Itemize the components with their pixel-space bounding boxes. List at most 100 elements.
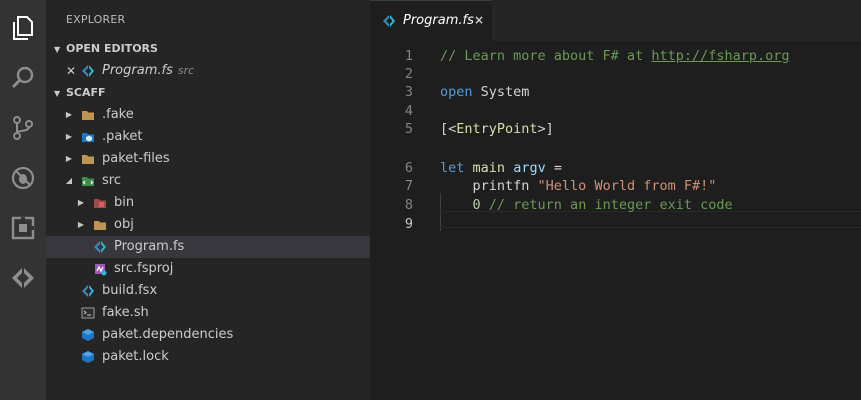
tree-item-fake-sh[interactable]: fake.sh xyxy=(46,302,370,324)
fsharp-file-icon xyxy=(94,241,106,253)
source-control-icon[interactable] xyxy=(7,112,39,144)
tree-item-paket-dependencies[interactable]: paket.dependencies xyxy=(46,324,370,346)
code-token: http://fsharp.org xyxy=(651,48,790,64)
code-line[interactable]: 2 xyxy=(370,65,861,84)
tree-item-label: .fake xyxy=(102,107,134,122)
files-icon[interactable] xyxy=(7,12,39,44)
code-token: main xyxy=(472,160,506,176)
code-line[interactable]: 5 [<EntryPoint>] xyxy=(370,120,861,139)
code-token: System xyxy=(472,84,530,100)
code-token: >] xyxy=(537,121,554,137)
tree-item-program-fs[interactable]: Program.fs xyxy=(46,236,370,258)
line-number: 2 xyxy=(404,66,413,82)
open-editor-item[interactable]: ✕ Program.fs src xyxy=(46,60,370,82)
line-source: open System xyxy=(440,83,529,102)
tree-item-src-fsproj[interactable]: src.fsproj xyxy=(46,258,370,280)
tree-item-label: .paket xyxy=(102,129,143,144)
project-title: SCAFF xyxy=(66,86,106,99)
fsharp-file-icon xyxy=(383,15,395,27)
line-source: [<EntryPoint>] xyxy=(440,120,554,139)
project-header[interactable]: ▼ SCAFF xyxy=(46,82,370,104)
code-token: // Learn more about F# at xyxy=(440,48,652,64)
fsharp-icon[interactable] xyxy=(7,262,39,294)
code-token: open xyxy=(440,84,473,100)
tree-item-label: paket.dependencies xyxy=(102,327,234,342)
fsharp-script-icon xyxy=(82,285,94,297)
tree-item-paket[interactable]: ▶ .paket xyxy=(46,126,370,148)
line-number: 9 xyxy=(404,216,413,232)
code-line[interactable]: 8 0 // return an integer exit code xyxy=(370,196,861,215)
open-editor-desc: src xyxy=(177,64,195,77)
line-source: printfn "Hello World from F#!" xyxy=(440,177,717,196)
code-line[interactable]: 7 printfn "Hello World from F#!" xyxy=(370,177,861,196)
chevron-right-icon: ▶ xyxy=(77,198,85,207)
fsproj-file-icon xyxy=(95,264,107,276)
line-number: 4 xyxy=(404,103,413,119)
line-number: 8 xyxy=(404,197,413,213)
code-token: [< xyxy=(440,121,457,137)
tree-item-src[interactable]: ◢ src xyxy=(46,170,370,192)
tab-bar: Program.fs × xyxy=(370,0,861,42)
folder-icon xyxy=(82,111,94,120)
debug-icon[interactable] xyxy=(7,162,39,194)
tab-program-fs[interactable]: Program.fs × xyxy=(370,0,492,42)
folder-icon xyxy=(94,221,106,230)
tree-item-label: Program.fs xyxy=(114,239,185,254)
chevron-right-icon: ▶ xyxy=(65,132,73,141)
line-source: let main argv = xyxy=(440,159,562,178)
code-token: let xyxy=(440,160,465,176)
chevron-right-icon: ▶ xyxy=(65,154,73,163)
tree-item-paket-files[interactable]: ▶ paket-files xyxy=(46,148,370,170)
chevron-down-icon: ▼ xyxy=(54,89,61,98)
tree-item-label: src.fsproj xyxy=(114,261,174,276)
extensions-icon[interactable] xyxy=(7,212,39,244)
paket-file-icon xyxy=(82,351,94,363)
tree-item-label: build.fsx xyxy=(102,283,158,298)
code-line[interactable]: 4 xyxy=(370,102,861,121)
open-editors-title: OPEN EDITORS xyxy=(66,42,158,55)
src-folder-icon xyxy=(82,177,94,186)
line-number: 6 xyxy=(404,160,413,176)
close-icon[interactable]: ✕ xyxy=(66,60,76,82)
tree-item-fake[interactable]: ▶ .fake xyxy=(46,104,370,126)
line-number: 5 xyxy=(404,121,413,137)
activity-bar xyxy=(0,0,46,400)
bin-folder-icon xyxy=(94,199,106,208)
tree-item-label: paket.lock xyxy=(102,349,169,364)
code-line[interactable]: 6 let main argv = xyxy=(370,159,861,178)
code-line[interactable]: 1 // Learn more about F# at http://fsharp… xyxy=(370,47,861,66)
shell-file-icon xyxy=(81,307,95,319)
chevron-right-icon: ▶ xyxy=(77,220,85,229)
open-editors-header[interactable]: ▼ OPEN EDITORS xyxy=(46,38,370,60)
editor-pane: Program.fs × 1 // Learn more about F# at … xyxy=(370,0,861,400)
line-source: 0 // return an integer exit code xyxy=(440,196,733,215)
code-token: EntryPoint xyxy=(456,121,538,137)
code-token: = xyxy=(545,160,562,176)
code-line[interactable]: 9 xyxy=(370,215,861,234)
sidebar-title: EXPLORER xyxy=(66,13,126,26)
line-number: 1 xyxy=(404,48,413,64)
tree-item-label: obj xyxy=(114,217,134,232)
code-line[interactable]: 3 open System xyxy=(370,83,861,102)
search-icon[interactable] xyxy=(7,62,39,94)
tree-item-label: fake.sh xyxy=(102,305,149,320)
chevron-right-icon: ▶ xyxy=(65,110,73,119)
chevron-down-icon: ▼ xyxy=(54,45,61,54)
line-number: 7 xyxy=(404,178,413,194)
tree-item-build-fsx[interactable]: build.fsx xyxy=(46,280,370,302)
chevron-down-icon: ◢ xyxy=(65,176,73,185)
code-token: 0 xyxy=(472,197,481,213)
line-number: 3 xyxy=(404,84,413,100)
tree-item-bin[interactable]: ▶ bin xyxy=(46,192,370,214)
close-icon[interactable]: × xyxy=(474,13,484,27)
code-token: argv xyxy=(513,160,546,176)
tree-item-paket-lock[interactable]: paket.lock xyxy=(46,346,370,368)
tree-item-obj[interactable]: ▶ obj xyxy=(46,214,370,236)
open-editor-name: Program.fs xyxy=(102,63,173,78)
fsharp-file-icon xyxy=(82,65,94,77)
code-editor[interactable]: 1 // Learn more about F# at http://fsharp… xyxy=(370,41,861,400)
tree-item-label: paket-files xyxy=(102,151,170,166)
